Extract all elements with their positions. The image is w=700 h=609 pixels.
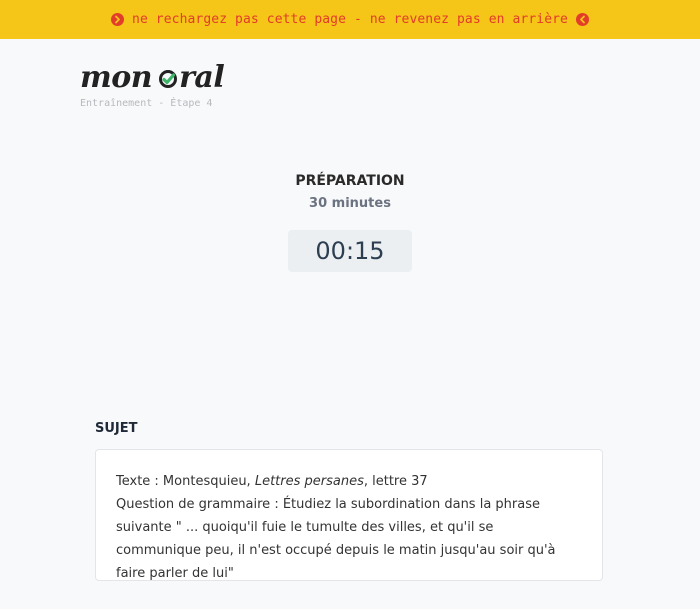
countdown-timer: 00:15 [288, 230, 412, 272]
logo-check-icon [158, 62, 178, 88]
subject-heading: SUJET [95, 421, 138, 436]
preparation-title: PRÉPARATION [295, 173, 405, 189]
subject-work-title: Lettres persanes [254, 474, 364, 489]
subject-question: Question de grammaire : Étudiez la subor… [116, 497, 556, 581]
logo-text-ral: ral [179, 60, 225, 95]
subject-text-prefix: Texte : Montesquieu, [116, 474, 255, 489]
preparation-duration: 30 minutes [309, 196, 391, 211]
chevron-left-circle-icon [575, 13, 589, 26]
chevron-right-circle-icon [111, 13, 125, 26]
warning-banner-text: ne rechargez pas cette page - ne revenez… [132, 12, 568, 27]
subject-text-suffix: , lettre 37 [363, 474, 428, 489]
subject-text-line: Texte : Montesquieu, Lettres persanes, l… [116, 470, 582, 493]
app-logo[interactable]: mon ral [80, 60, 225, 98]
logo-text-mon: mon [80, 60, 153, 95]
subject-card: Texte : Montesquieu, Lettres persanes, l… [95, 449, 603, 581]
warning-banner: ne rechargez pas cette page - ne revenez… [0, 0, 700, 39]
step-label: Entraînement - Étape 4 [80, 98, 213, 109]
